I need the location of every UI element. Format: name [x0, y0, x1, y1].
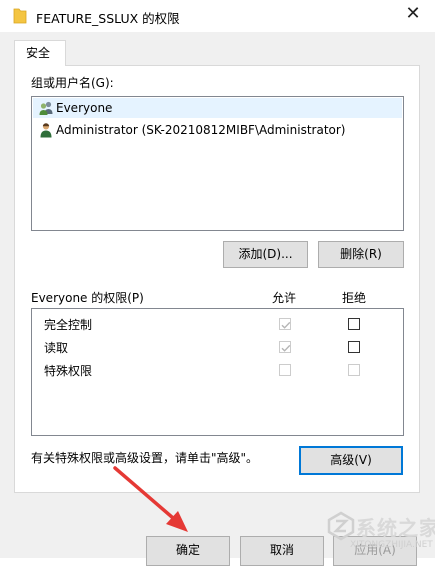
ok-button-label: 确定 — [175, 543, 200, 557]
advanced-hint: 有关特殊权限或高级设置，请单击"高级"。 — [31, 451, 259, 465]
add-button-label: 添加(D)... — [238, 247, 293, 261]
checkmark-icon — [281, 321, 291, 329]
title-bar: FEATURE_SSLUX 的权限 ✕ — [0, 0, 435, 32]
users-list[interactable]: Everyone Administrator (SK-20210812MIBF\… — [31, 96, 404, 231]
permission-name: 完全控制 — [44, 318, 93, 332]
deny-checkbox-full-control[interactable] — [348, 318, 360, 330]
deny-checkbox-read[interactable] — [348, 341, 360, 353]
ok-button[interactable]: 确定 — [146, 536, 230, 566]
remove-button[interactable]: 删除(R) — [318, 241, 404, 268]
remove-button-label: 删除(R) — [340, 247, 382, 261]
cancel-button[interactable]: 取消 — [240, 536, 324, 566]
user-item-everyone[interactable]: Everyone — [33, 98, 402, 118]
watermark-logo-icon — [327, 511, 355, 541]
user-item-administrator[interactable]: Administrator (SK-20210812MIBF\Administr… — [33, 120, 402, 140]
tab-security[interactable]: 安全 — [14, 40, 66, 66]
add-button[interactable]: 添加(D)... — [223, 241, 308, 268]
folder-icon — [13, 8, 27, 24]
advanced-button[interactable]: 高级(V) — [299, 446, 403, 475]
permission-name: 特殊权限 — [44, 364, 93, 378]
checkmark-icon — [281, 344, 291, 352]
groups-label: 组或用户名(G): — [31, 76, 114, 90]
permissions-label: Everyone 的权限(P) — [31, 291, 144, 305]
permissions-list: 完全控制 读取 特殊权限 — [31, 308, 404, 436]
permission-name: 读取 — [44, 341, 69, 355]
close-icon: ✕ — [405, 3, 421, 24]
cancel-button-label: 取消 — [269, 543, 294, 557]
users-group-icon — [39, 101, 53, 115]
tab-security-label: 安全 — [26, 46, 51, 60]
watermark-title: 系统之家 — [356, 516, 435, 540]
allow-checkbox-full-control — [279, 318, 291, 330]
watermark-url: XITONGZHIJIA.NET — [350, 540, 433, 550]
allow-header: 允许 — [272, 291, 297, 305]
user-item-label: Administrator (SK-20210812MIBF\Administr… — [56, 123, 346, 137]
advanced-button-label: 高级(V) — [330, 453, 372, 467]
close-button[interactable]: ✕ — [398, 0, 428, 30]
allow-checkbox-read — [279, 341, 291, 353]
user-icon — [40, 123, 52, 138]
deny-checkbox-special — [348, 364, 360, 376]
deny-header: 拒绝 — [342, 291, 367, 305]
window-title: FEATURE_SSLUX 的权限 — [36, 11, 180, 26]
allow-checkbox-special — [279, 364, 291, 376]
user-item-label: Everyone — [56, 101, 113, 115]
